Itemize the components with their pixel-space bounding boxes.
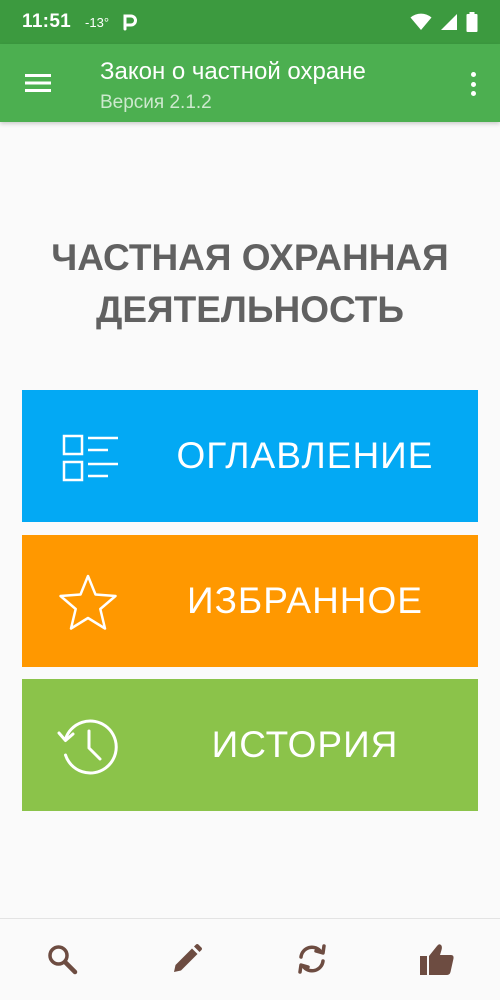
status-bar: 11:51 -13° <box>0 0 500 44</box>
battery-icon <box>466 12 478 32</box>
history-icon <box>57 719 118 775</box>
status-icons <box>410 12 478 32</box>
favorites-label: ИЗБРАННОЕ <box>186 580 423 621</box>
star-icon <box>59 574 117 630</box>
status-temperature: -13° <box>85 14 110 30</box>
thumbs-up-icon <box>420 944 454 975</box>
history-button[interactable]: ИСТОРИЯ <box>22 679 478 811</box>
pencil-icon <box>174 944 202 972</box>
wifi-icon <box>410 13 432 30</box>
contents-button[interactable]: ОГЛАВЛЕНИЕ <box>22 390 478 522</box>
search-icon <box>48 945 78 975</box>
heading-line-2: ДЕЯТЕЛЬНОСТЬ <box>96 289 404 330</box>
app-version: Версия 2.1.2 <box>100 92 212 113</box>
app-bar: Закон о частной охране Версия 2.1.2 <box>0 44 500 122</box>
rate-button[interactable] <box>417 939 457 979</box>
favorites-button[interactable]: ИЗБРАННОЕ <box>22 535 478 667</box>
contents-label: ОГЛАВЛЕНИЕ <box>176 435 434 476</box>
notes-button[interactable] <box>167 939 207 979</box>
list-icon <box>62 434 118 482</box>
parking-app-icon <box>123 14 138 31</box>
search-button[interactable] <box>42 939 82 979</box>
sync-icon <box>298 944 326 974</box>
more-options-icon[interactable] <box>468 70 478 98</box>
status-time: 11:51 <box>22 11 72 32</box>
menu-icon[interactable] <box>24 71 52 95</box>
sync-button[interactable] <box>292 939 332 979</box>
cellular-signal-icon <box>441 14 457 30</box>
page-heading: ЧАСТНАЯ ОХРАННАЯ ДЕЯТЕЛЬНОСТЬ <box>0 232 500 336</box>
app-title: Закон о частной охране <box>100 58 366 85</box>
history-label: ИСТОРИЯ <box>211 724 399 765</box>
heading-line-1: ЧАСТНАЯ ОХРАННАЯ <box>51 237 449 278</box>
bottom-toolbar <box>0 918 500 1000</box>
